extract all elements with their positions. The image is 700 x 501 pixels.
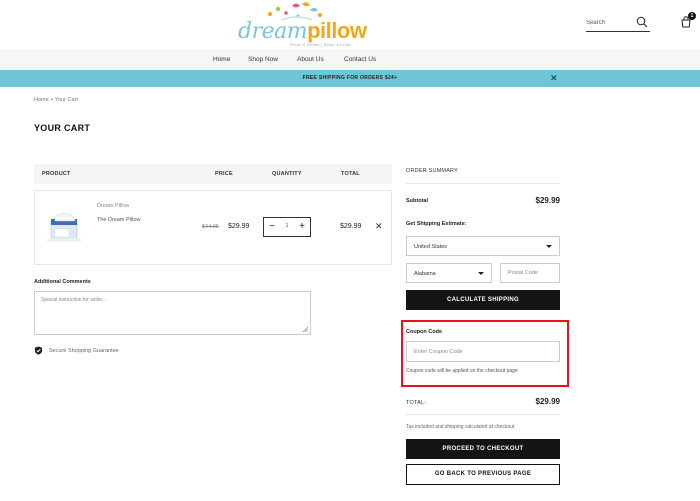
total-label: TOTAL: [406,400,426,406]
secure-shopping-text: Secure Shopping Guarantee [49,348,119,354]
coupon-code-input[interactable] [406,341,560,362]
tax-note: Tax included and shipping calculated at … [406,424,515,430]
comments-textarea[interactable] [34,291,311,335]
comments-label: Additional Comments [34,279,91,285]
close-icon[interactable]: ✕ [550,73,558,83]
order-summary-title: ORDER SUMMARY [406,168,459,174]
column-header-price: PRICE [215,171,233,177]
product-compare-price: $44.95 [202,224,219,230]
product-name[interactable]: The Dream Pillow [97,217,140,223]
product-brand: Dream Pillow [97,203,130,209]
postal-code-input[interactable] [500,263,560,283]
state-select[interactable]: Alabama [406,263,492,283]
site-logo[interactable]: dreampillow Relax & Dream | Sleep & Enjo… [236,0,367,50]
shield-check-icon [34,346,43,355]
breadcrumb[interactable]: Home > Your Cart [34,97,78,103]
chevron-down-icon [478,272,484,275]
country-select[interactable]: United States [406,236,560,256]
quantity-value[interactable]: 1 [280,223,294,229]
product-price: $29.99 [228,223,250,230]
shipping-estimate-label: Get Shipping Estimate: [406,221,467,227]
subtotal-label: Subtotal [406,198,428,204]
page-title: YOUR CART [34,123,91,133]
nav-item-contact-us[interactable]: Contact Us [344,56,376,63]
announcement-banner: FREE SHIPPING FOR ORDERS $24+ ✕ [0,70,700,87]
remove-item-icon[interactable]: ✕ [375,221,383,231]
divider [406,183,560,184]
nav-item-about-us[interactable]: About Us [297,56,324,63]
cart-item-row: Dream Pillow The Dream Pillow $44.95 $29… [34,190,392,265]
state-selected-value: Alabama [414,271,436,277]
search-input[interactable] [586,16,632,30]
logo-part-1: dream [238,19,308,44]
quantity-increase-button[interactable]: + [296,221,308,233]
divider [406,414,560,415]
resize-grip-icon[interactable] [302,326,308,332]
nav-item-home[interactable]: Home [213,56,230,63]
logo-part-2: pillow [307,18,367,43]
coupon-note: Coupon code will be applied on the check… [406,368,518,374]
total-value: $29.99 [535,397,560,406]
country-selected-value: United States [414,244,448,250]
logo-tagline: Relax & Dream | Sleep & Enjoy [290,42,352,47]
line-total: $29.99 [340,223,362,230]
site-header: dreampillow Relax & Dream | Sleep & Enjo… [0,0,700,50]
column-header-total: TOTAL [341,171,360,177]
chevron-down-icon [546,245,552,248]
column-header-product: PRODUCT [42,171,71,177]
search-box [586,14,650,32]
go-back-button[interactable]: GO BACK TO PREVIOUS PAGE [406,464,560,485]
subtotal-value: $29.99 [535,196,560,205]
column-header-quantity: QUANTITY [272,171,302,177]
coupon-code-label: Coupon Code [406,329,443,335]
quantity-decrease-button[interactable]: − [266,221,278,233]
logo-wordmark: dreampillow [238,18,367,44]
nav-item-shop-now[interactable]: Shop Now [248,56,278,63]
proceed-to-checkout-button[interactable]: PROCEED TO CHECKOUT [406,439,560,459]
banner-text: FREE SHIPPING FOR ORDERS $24+ [302,75,398,81]
cart-table-header: PRODUCT PRICE QUANTITY TOTAL [34,164,392,184]
cart-count-badge: 1 [688,12,696,20]
main-nav: Home Shop Now About Us Contact Us [0,50,700,70]
search-icon[interactable] [636,16,648,28]
quantity-stepper: − 1 + [263,217,311,237]
product-thumbnail[interactable] [45,209,85,247]
calculate-shipping-button[interactable]: CALCULATE SHIPPING [406,290,560,310]
